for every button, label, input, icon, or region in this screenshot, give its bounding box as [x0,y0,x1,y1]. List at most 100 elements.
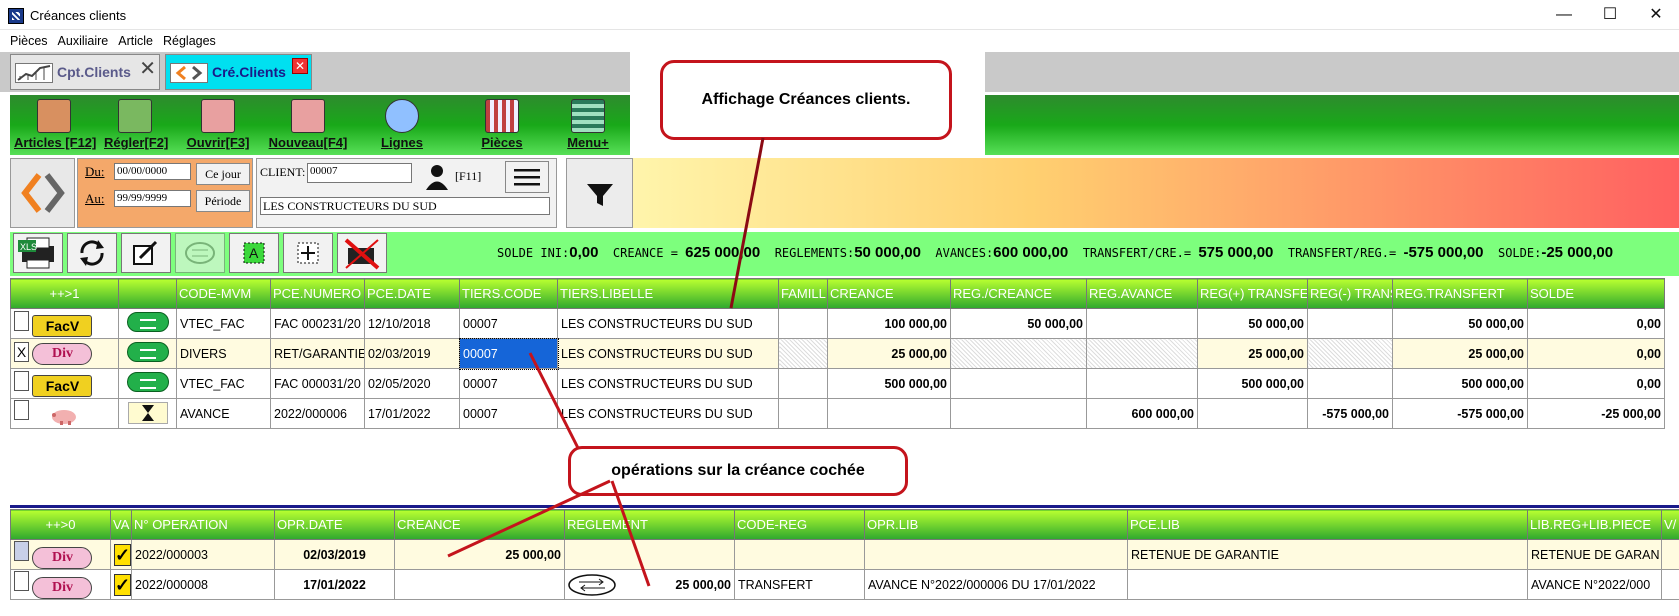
row-select-cell[interactable]: FacV [10,308,119,339]
regtr-cell[interactable]: 25 000,00 [1392,338,1528,369]
oprlib-cell[interactable] [864,539,1128,570]
grid2-header-creance[interactable]: CREANCE [394,509,565,540]
articles-button[interactable]: Articles [F12] [14,95,96,155]
numero-cell[interactable]: 2022/000006 [270,398,365,429]
solde-cell[interactable]: 0,00 [1527,368,1665,399]
close-icon[interactable]: ✕ [292,58,308,74]
date-cell[interactable]: 02/05/2020 [364,368,460,399]
libelle-cell[interactable]: LES CONSTRUCTEURS DU SUD [557,368,779,399]
famille-cell[interactable] [778,368,828,399]
regler-button[interactable]: Régler[F2] [104,95,168,155]
row-checkbox[interactable] [14,370,29,391]
grid1-header-regav[interactable]: REG.AVANCE [1086,278,1198,309]
va-cell[interactable]: ✓ [110,539,132,570]
oprlib-cell[interactable]: AVANCE N°2022/000006 DU 17/01/2022 [864,569,1128,600]
row-select-cell[interactable]: X Div [10,338,119,369]
grid1-header-libelle[interactable]: TIERS.LIBELLE [557,278,779,309]
solde-cell[interactable]: -25 000,00 [1527,398,1665,429]
regtr-cell[interactable]: 50 000,00 [1392,308,1528,339]
grid1-header-regcre[interactable]: REG./CREANCE [950,278,1087,309]
table-row[interactable]: X Div DIVERS RET/GARANTIE 02/03/2019 000… [10,337,1665,370]
table-row[interactable]: FacV VTEC_FAC FAC 000031/20 02/05/2020 0… [10,368,1665,399]
grid2-header-select[interactable]: ++>0 [10,509,111,540]
equals-icon[interactable] [126,372,169,392]
date-cell[interactable]: 17/01/2022 [364,398,460,429]
row-select-cell[interactable]: Div [10,539,111,570]
hamburger-menu-icon[interactable] [505,161,549,193]
v-cell[interactable] [1661,569,1679,600]
transfer-button[interactable] [175,233,225,273]
row-action-cell[interactable] [118,308,177,339]
delete-button[interactable] [337,233,387,273]
regcre-cell[interactable] [950,368,1087,399]
codereg-cell[interactable] [734,539,865,570]
regplus-cell[interactable]: 500 000,00 [1197,368,1308,399]
date-cell[interactable]: 02/03/2019 [364,338,460,369]
grid2-header-num[interactable]: N° OPERATION [131,509,275,540]
grid1-header-regplus[interactable]: REG(+) TRANSFE [1197,278,1308,309]
regplus-cell[interactable]: 50 000,00 [1197,308,1308,339]
nouveau-button[interactable]: Nouveau[F4] [268,95,348,155]
menu-pieces[interactable]: Pièces [5,30,53,52]
date-from-field[interactable]: 00/00/0000 [114,163,191,180]
regplus-cell[interactable] [1197,398,1308,429]
row-checkbox[interactable]: X [14,342,29,362]
pcelib-cell[interactable] [1127,569,1528,600]
grid1-header-select[interactable]: ++>1 [10,278,119,309]
numero-cell[interactable]: FAC 000231/20 [270,308,365,339]
creance-cell[interactable]: 25 000,00 [394,539,565,570]
grid1-header-creance[interactable]: CREANCE [827,278,951,309]
regcre-cell[interactable]: 50 000,00 [950,308,1087,339]
libelle-cell[interactable]: LES CONSTRUCTEURS DU SUD [557,338,779,369]
table-row[interactable]: AVANCE 2022/000006 17/01/2022 00007 LES … [10,398,1665,429]
periode-button[interactable]: Période [196,190,250,212]
num-cell[interactable]: 2022/000003 [131,539,275,570]
checkmark-icon[interactable]: ✓ [114,573,131,596]
code-cell[interactable]: VTEC_FAC [176,368,271,399]
lib-cell[interactable]: AVANCE N°2022/000 [1527,569,1662,600]
ouvrir-button[interactable]: Ouvrir[F3] [186,95,250,155]
numero-cell[interactable]: RET/GARANTIE [270,338,365,369]
v-cell[interactable] [1661,539,1679,570]
row-checkbox[interactable] [14,570,29,591]
row-checkbox[interactable] [14,310,29,331]
tiers-cell[interactable]: 00007 [458,337,559,370]
row-action-cell[interactable] [118,398,177,429]
tiers-cell[interactable]: 00007 [459,368,558,399]
select-a-button[interactable]: A [229,233,279,273]
regmoins-cell[interactable] [1307,368,1393,399]
grid2-header-pcelib[interactable]: PCE.LIB [1127,509,1528,540]
hourglass-icon[interactable] [127,401,168,424]
logo-button[interactable] [10,158,75,228]
regmoins-cell[interactable] [1307,338,1393,369]
famille-cell[interactable] [778,338,828,369]
regmoins-cell[interactable]: -575 000,00 [1307,398,1393,429]
grid2-header-codereg[interactable]: CODE-REG [734,509,865,540]
famille-cell[interactable] [778,308,828,339]
regcre-cell[interactable] [950,338,1087,369]
tab-cre-clients[interactable]: Cré.Clients ✕ [165,54,312,90]
lignes-button[interactable]: Lignes [376,95,428,155]
reglement-cell[interactable] [564,539,735,570]
solde-cell[interactable]: 0,00 [1527,308,1665,339]
regtr-cell[interactable]: 500 000,00 [1392,368,1528,399]
grid1-header-numero[interactable]: PCE.NUMERO [270,278,365,309]
table-row[interactable]: Div ✓ 2022/000008 17/01/2022 25 000,00 T… [10,569,1679,600]
select-plus-button[interactable] [283,233,333,273]
famille-cell[interactable] [778,398,828,429]
equals-icon[interactable] [126,342,169,362]
grid2-header-v[interactable]: V/ [1661,509,1679,540]
code-cell[interactable]: AVANCE [176,398,271,429]
table-row[interactable]: Div ✓ 2022/000003 02/03/2019 25 000,00 R… [10,539,1679,570]
grid1-header-famille[interactable]: FAMILL [778,278,828,309]
regplus-cell[interactable]: 25 000,00 [1197,338,1308,369]
grid1-header-blank[interactable] [118,278,177,309]
table-row[interactable]: FacV VTEC_FAC FAC 000231/20 12/10/2018 0… [10,308,1665,339]
export-xls-button[interactable]: XLS [13,233,63,273]
row-action-cell[interactable] [118,368,177,399]
regav-cell[interactable] [1086,368,1198,399]
grid2-header-reglement[interactable]: REGLEMENT [564,509,735,540]
grid1-header-code[interactable]: CODE-MVM [176,278,271,309]
numero-cell[interactable]: FAC 000031/20 [270,368,365,399]
regtr-cell[interactable]: -575 000,00 [1392,398,1528,429]
